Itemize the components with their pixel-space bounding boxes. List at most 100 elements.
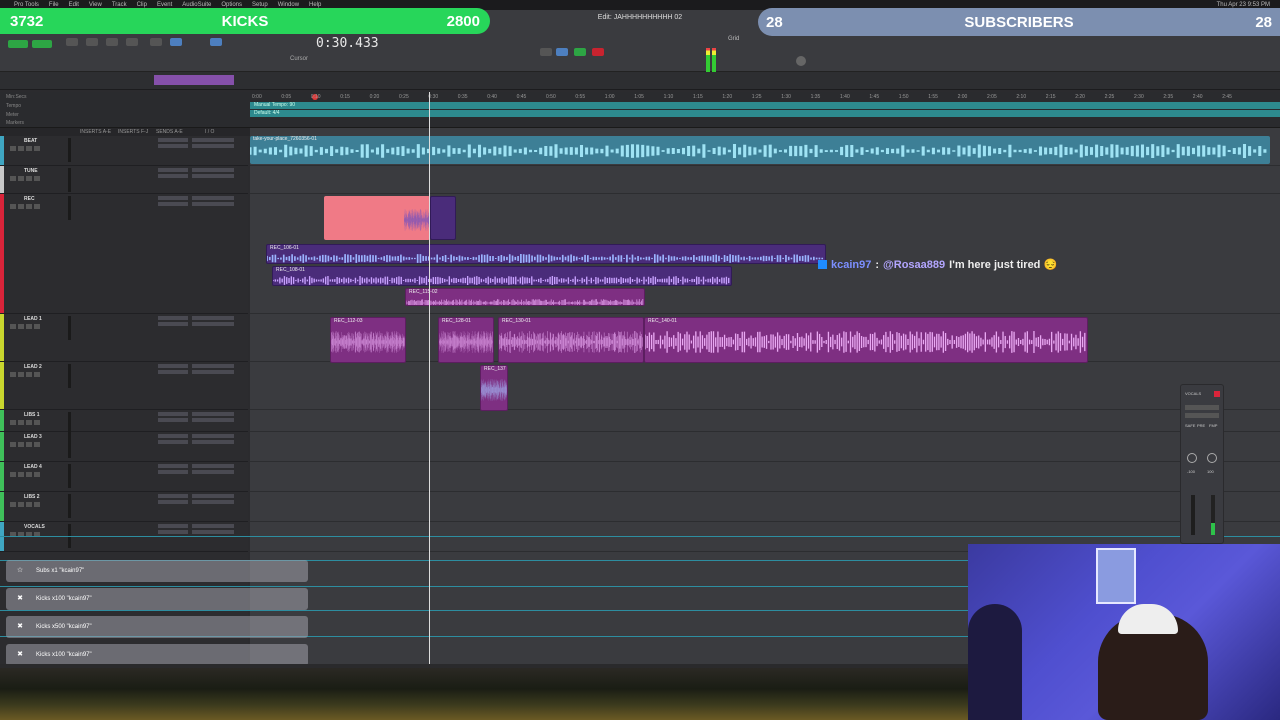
solo-button[interactable]: [26, 502, 32, 507]
rewind-button[interactable]: [540, 48, 552, 56]
track-header-tune[interactable]: TUNE: [0, 166, 248, 194]
lead1-clip-112[interactable]: REC_112-03: [330, 317, 406, 363]
io-slot[interactable]: [192, 434, 234, 438]
mini-mixer-pre[interactable]: PRE: [1197, 423, 1205, 428]
pan-left-knob-icon[interactable]: [1187, 453, 1197, 463]
track-name[interactable]: LEAD 1: [24, 316, 42, 322]
track-lane[interactable]: [250, 362, 1280, 410]
send-slot[interactable]: [158, 464, 188, 468]
stop-button[interactable]: [556, 48, 568, 56]
smart-tool-button[interactable]: [170, 38, 182, 46]
select-tool-button[interactable]: [106, 38, 118, 46]
track-name[interactable]: BEAT: [24, 138, 37, 144]
record-enable-button[interactable]: [10, 502, 16, 507]
zoom-tool-button[interactable]: [66, 38, 78, 46]
send-slot[interactable]: [158, 418, 188, 422]
send-slots[interactable]: [158, 494, 188, 510]
send-slots[interactable]: [158, 316, 188, 332]
io-slot[interactable]: [192, 464, 234, 468]
send-slots[interactable]: [158, 524, 188, 540]
input-monitor-button[interactable]: [18, 502, 24, 507]
track-lane[interactable]: [250, 432, 1280, 462]
input-monitor-button[interactable]: [18, 442, 24, 447]
mute-button[interactable]: [34, 502, 40, 507]
mute-button[interactable]: [34, 176, 40, 181]
solo-button[interactable]: [26, 442, 32, 447]
send-slot[interactable]: [158, 434, 188, 438]
send-slot[interactable]: [158, 524, 188, 528]
send-slots[interactable]: [158, 168, 188, 184]
send-slot[interactable]: [158, 470, 188, 474]
io-slot[interactable]: [192, 494, 234, 498]
send-slot[interactable]: [158, 494, 188, 498]
play-button[interactable]: [574, 48, 586, 56]
send-slot[interactable]: [158, 364, 188, 368]
send-slot[interactable]: [158, 168, 188, 172]
send-slot[interactable]: [158, 144, 188, 148]
record-enable-button[interactable]: [10, 472, 16, 477]
input-monitor-button[interactable]: [18, 146, 24, 151]
rec-take-clip[interactable]: [430, 196, 456, 240]
send-slot[interactable]: [158, 370, 188, 374]
track-name[interactable]: LEAD 4: [24, 464, 42, 470]
io-slot[interactable]: [192, 144, 234, 148]
solo-button[interactable]: [26, 472, 32, 477]
rec-clip-106[interactable]: REC_106-01: [266, 244, 826, 264]
io-slots[interactable]: [192, 196, 234, 212]
send-slots[interactable]: [158, 434, 188, 450]
solo-button[interactable]: [26, 204, 32, 209]
scrubber-tool-button[interactable]: [150, 38, 162, 46]
settings-knob-icon[interactable]: [796, 56, 806, 66]
io-slot[interactable]: [192, 174, 234, 178]
input-monitor-button[interactable]: [18, 204, 24, 209]
mute-button[interactable]: [34, 442, 40, 447]
record-button[interactable]: [592, 48, 604, 56]
solo-button[interactable]: [26, 372, 32, 377]
mute-button[interactable]: [34, 146, 40, 151]
record-enable-button[interactable]: [10, 324, 16, 329]
slip-mode-button[interactable]: [32, 40, 52, 48]
send-slot[interactable]: [158, 440, 188, 444]
mute-button[interactable]: [34, 324, 40, 329]
track-name[interactable]: REC: [24, 196, 35, 202]
record-enable-button[interactable]: [10, 176, 16, 181]
io-slots[interactable]: [192, 524, 234, 540]
solo-button[interactable]: [26, 420, 32, 425]
mini-mixer-close-icon[interactable]: [1214, 391, 1220, 397]
io-slots[interactable]: [192, 364, 234, 380]
record-enable-button[interactable]: [10, 146, 16, 151]
io-slots[interactable]: [192, 316, 234, 332]
record-enable-button[interactable]: [10, 420, 16, 425]
io-slots[interactable]: [192, 412, 234, 428]
io-slot[interactable]: [192, 364, 234, 368]
track-header-vocals[interactable]: VOCALS: [0, 522, 248, 552]
io-slot[interactable]: [192, 138, 234, 142]
trim-tool-button[interactable]: [86, 38, 98, 46]
recording-clip[interactable]: [324, 196, 430, 240]
input-monitor-button[interactable]: [18, 372, 24, 377]
record-enable-button[interactable]: [10, 442, 16, 447]
io-slot[interactable]: [192, 524, 234, 528]
track-lane[interactable]: [250, 166, 1280, 194]
mini-mixer-send[interactable]: [1185, 413, 1219, 418]
send-slots[interactable]: [158, 196, 188, 212]
io-slot[interactable]: [192, 440, 234, 444]
io-slots[interactable]: [192, 138, 234, 154]
track-header-beat[interactable]: BEAT: [0, 136, 248, 166]
io-slot[interactable]: [192, 196, 234, 200]
volume-fader[interactable]: [1191, 495, 1195, 535]
io-slot[interactable]: [192, 530, 234, 534]
rec-clip-115[interactable]: REC_115-02: [405, 288, 645, 306]
track-name[interactable]: LIBS 2: [24, 494, 40, 500]
send-slot[interactable]: [158, 500, 188, 504]
record-enable-button[interactable]: [10, 372, 16, 377]
beat-clip[interactable]: take-your-place_7260356-01: [250, 136, 1270, 164]
io-slot[interactable]: [192, 412, 234, 416]
solo-button[interactable]: [26, 146, 32, 151]
track-header-lead-2[interactable]: LEAD 2: [0, 362, 248, 410]
io-slot[interactable]: [192, 202, 234, 206]
rec-clip-108[interactable]: REC_108-01: [272, 266, 732, 286]
send-slots[interactable]: [158, 412, 188, 428]
pan-right-knob-icon[interactable]: [1207, 453, 1217, 463]
timeline-ruler[interactable]: Min:Secs Tempo Meter Markers Manual Temp…: [0, 92, 1280, 128]
